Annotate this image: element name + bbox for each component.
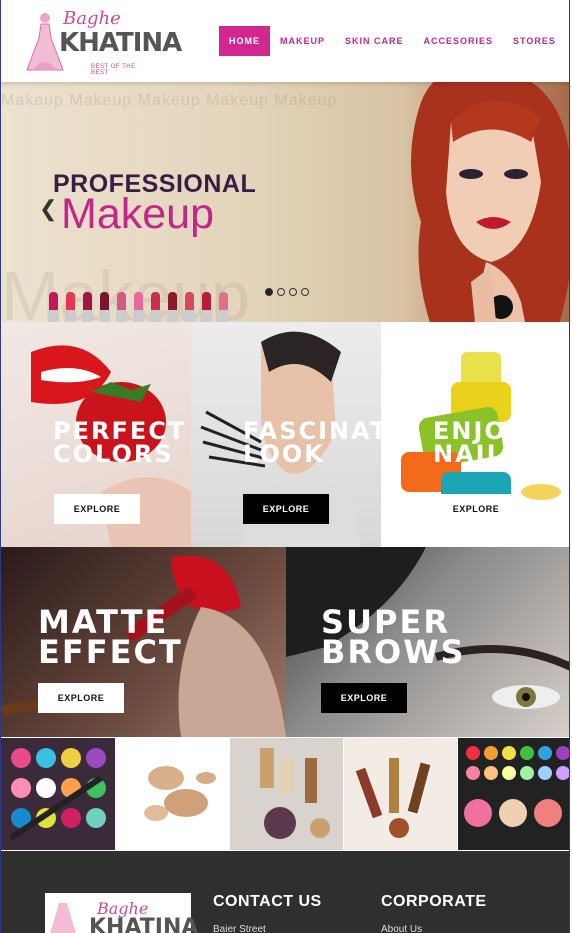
site-header: Baghe KHATINA BEST OF THE BEST HOME MAKE…: [1, 0, 569, 82]
nav-stores[interactable]: STORES: [503, 26, 566, 56]
tile-title: PERFECT COLORS: [53, 417, 187, 468]
brand-script: Baghe: [63, 8, 121, 29]
site-logo[interactable]: Baghe KHATINA BEST OF THE BEST: [23, 6, 182, 76]
slide-dot[interactable]: [265, 288, 273, 296]
explore-button[interactable]: EXPLORE: [54, 494, 140, 524]
explore-button[interactable]: EXPLORE: [433, 494, 519, 524]
hero-watermark: Makeup Makeup Makeup Makeup Makeup: [1, 92, 338, 109]
about-us-link[interactable]: About Us: [381, 924, 422, 933]
thumb-concealers[interactable]: [344, 738, 457, 850]
contact-address: Baier Street: [213, 924, 266, 933]
nav-skin-care[interactable]: SKIN CARE: [335, 26, 414, 56]
hero-slider: Makeup Makeup Makeup Makeup Makeup Makeu…: [1, 82, 569, 322]
eyeshadow-palette-image: [9, 748, 106, 841]
contact-heading: CONTACT US: [213, 893, 322, 910]
slide-dot[interactable]: [301, 288, 309, 296]
nav-home[interactable]: HOME: [219, 26, 270, 56]
footer-logo[interactable]: Baghe KHATINA: [45, 893, 198, 933]
prev-slide-icon[interactable]: ❮: [39, 196, 57, 222]
explore-button[interactable]: EXPLORE: [321, 683, 407, 713]
brand-name: KHATINA: [59, 28, 182, 58]
corporate-heading: CORPORATE: [381, 893, 487, 910]
tile-enjoyed-nails[interactable]: ENJOYED NAILS EXPLORE: [381, 322, 569, 547]
tile-title: FASCINATING LOOK: [243, 417, 381, 468]
thumb-foundations[interactable]: [230, 738, 343, 850]
color-palette-image: [464, 746, 569, 827]
nav-makeup[interactable]: MAKEUP: [270, 26, 335, 56]
foundation-bottles-image: [260, 748, 330, 839]
tile-perfect-colors[interactable]: PERFECT COLORS EXPLORE: [1, 322, 191, 547]
model-portrait: [411, 82, 569, 322]
concealer-sticks-image: [355, 758, 431, 838]
brand-tagline: BEST OF THE BEST: [91, 64, 136, 76]
thumb-eyeshadow-palette[interactable]: [1, 738, 115, 850]
site-footer: Baghe KHATINA CONTACT US Baier Street CO…: [1, 851, 569, 933]
footer-brand-name: KHATINA: [89, 915, 199, 933]
nav-accessories[interactable]: ACCESORIES: [414, 26, 504, 56]
lipstick-row: [48, 292, 229, 322]
thumb-powder[interactable]: [116, 738, 229, 850]
tile-title: MATTE EFFECT: [38, 603, 183, 672]
hero-subheadline: Makeup: [61, 190, 214, 238]
explore-button[interactable]: EXPLORE: [38, 683, 124, 713]
crushed-powder-image: [144, 766, 216, 821]
tile-matte-effect[interactable]: MATTE EFFECT EXPLORE: [1, 547, 286, 737]
thumb-color-palette[interactable]: [458, 738, 569, 850]
explore-button[interactable]: EXPLORE: [243, 494, 329, 524]
tile-super-brows[interactable]: SUPER BROWS EXPLORE: [286, 547, 569, 737]
main-nav: HOME MAKEUP SKIN CARE ACCESORIES STORES: [219, 26, 566, 56]
tile-title: SUPER BROWS: [321, 603, 466, 672]
slide-indicators: [265, 288, 309, 296]
slide-dot[interactable]: [277, 288, 285, 296]
tile-title: ENJOYED NAILS: [433, 417, 566, 468]
slide-dot[interactable]: [289, 288, 297, 296]
page-frame: Baghe KHATINA BEST OF THE BEST HOME MAKE…: [0, 0, 570, 933]
tile-fascinating-look[interactable]: FASCINATING LOOK EXPLORE: [191, 322, 381, 547]
